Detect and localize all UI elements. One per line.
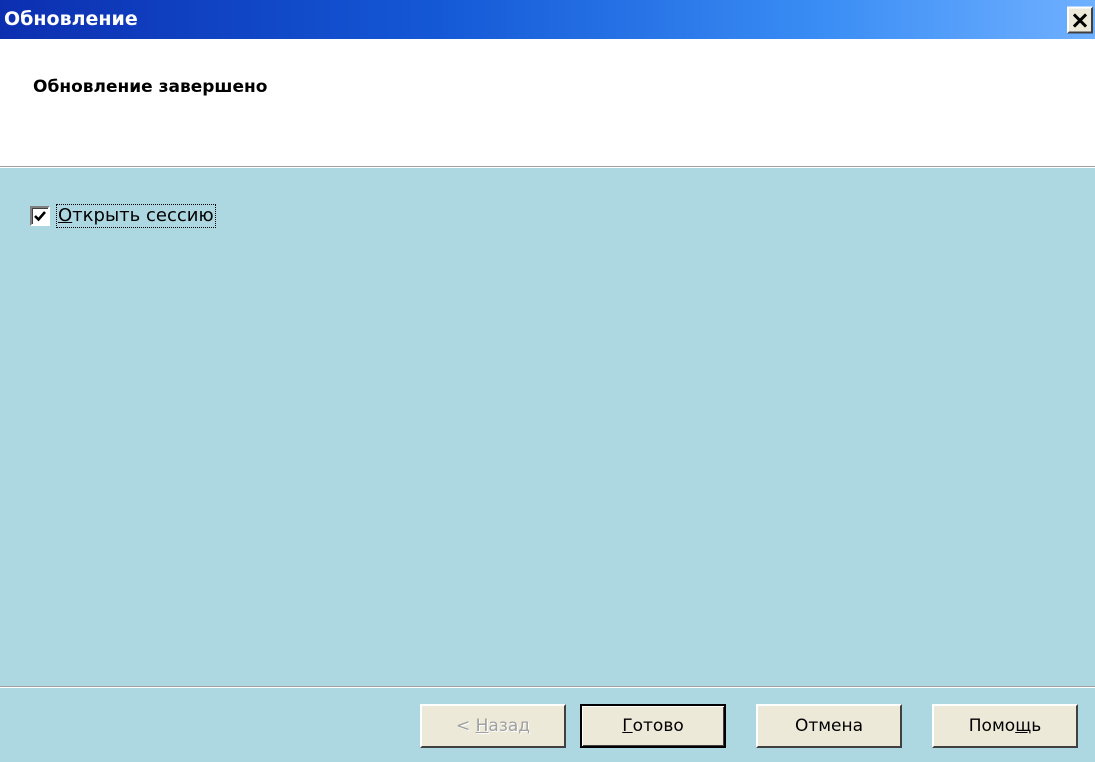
help-button-mnemonic: щ [1015,716,1032,736]
help-button[interactable]: Помощь [932,704,1078,748]
cancel-button-label: Отмена [794,716,864,736]
finish-button[interactable]: Готово [580,704,726,748]
finish-button-text: отово [632,716,684,736]
finish-button-mnemonic: Г [622,716,633,736]
open-session-option[interactable]: Открыть сессию [30,204,216,228]
cancel-button[interactable]: Отмена [756,704,902,748]
back-button-text: азад [488,716,531,736]
back-button-prefix: < [455,716,476,736]
open-session-checkbox[interactable] [30,206,50,226]
button-bar: < Назад Готово Отмена Помощь [0,688,1095,762]
title-bar[interactable]: Обновление [0,0,1095,39]
close-button[interactable] [1067,6,1093,34]
help-button-prefix: Помо [968,716,1016,736]
page-title: Обновление завершено [33,77,268,97]
checkmark-icon [34,211,46,222]
back-button-label: < Назад [456,716,530,736]
window-title: Обновление [4,8,138,30]
close-icon [1072,10,1088,30]
help-button-label: Помощь [969,716,1041,736]
open-session-label[interactable]: Открыть сессию [56,204,216,228]
open-session-mnemonic: О [58,205,73,226]
finish-button-label: Готово [622,716,684,736]
help-button-text: ь [1031,716,1042,736]
back-button-mnemonic: Н [475,716,489,736]
update-dialog: Обновление Обновление завершено Открыть … [0,0,1095,762]
back-button[interactable]: < Назад [420,704,566,748]
header-panel: Обновление завершено [0,39,1095,166]
content-panel: Открыть сессию [0,168,1095,686]
open-session-label-text: ткрыть сессию [72,205,214,226]
